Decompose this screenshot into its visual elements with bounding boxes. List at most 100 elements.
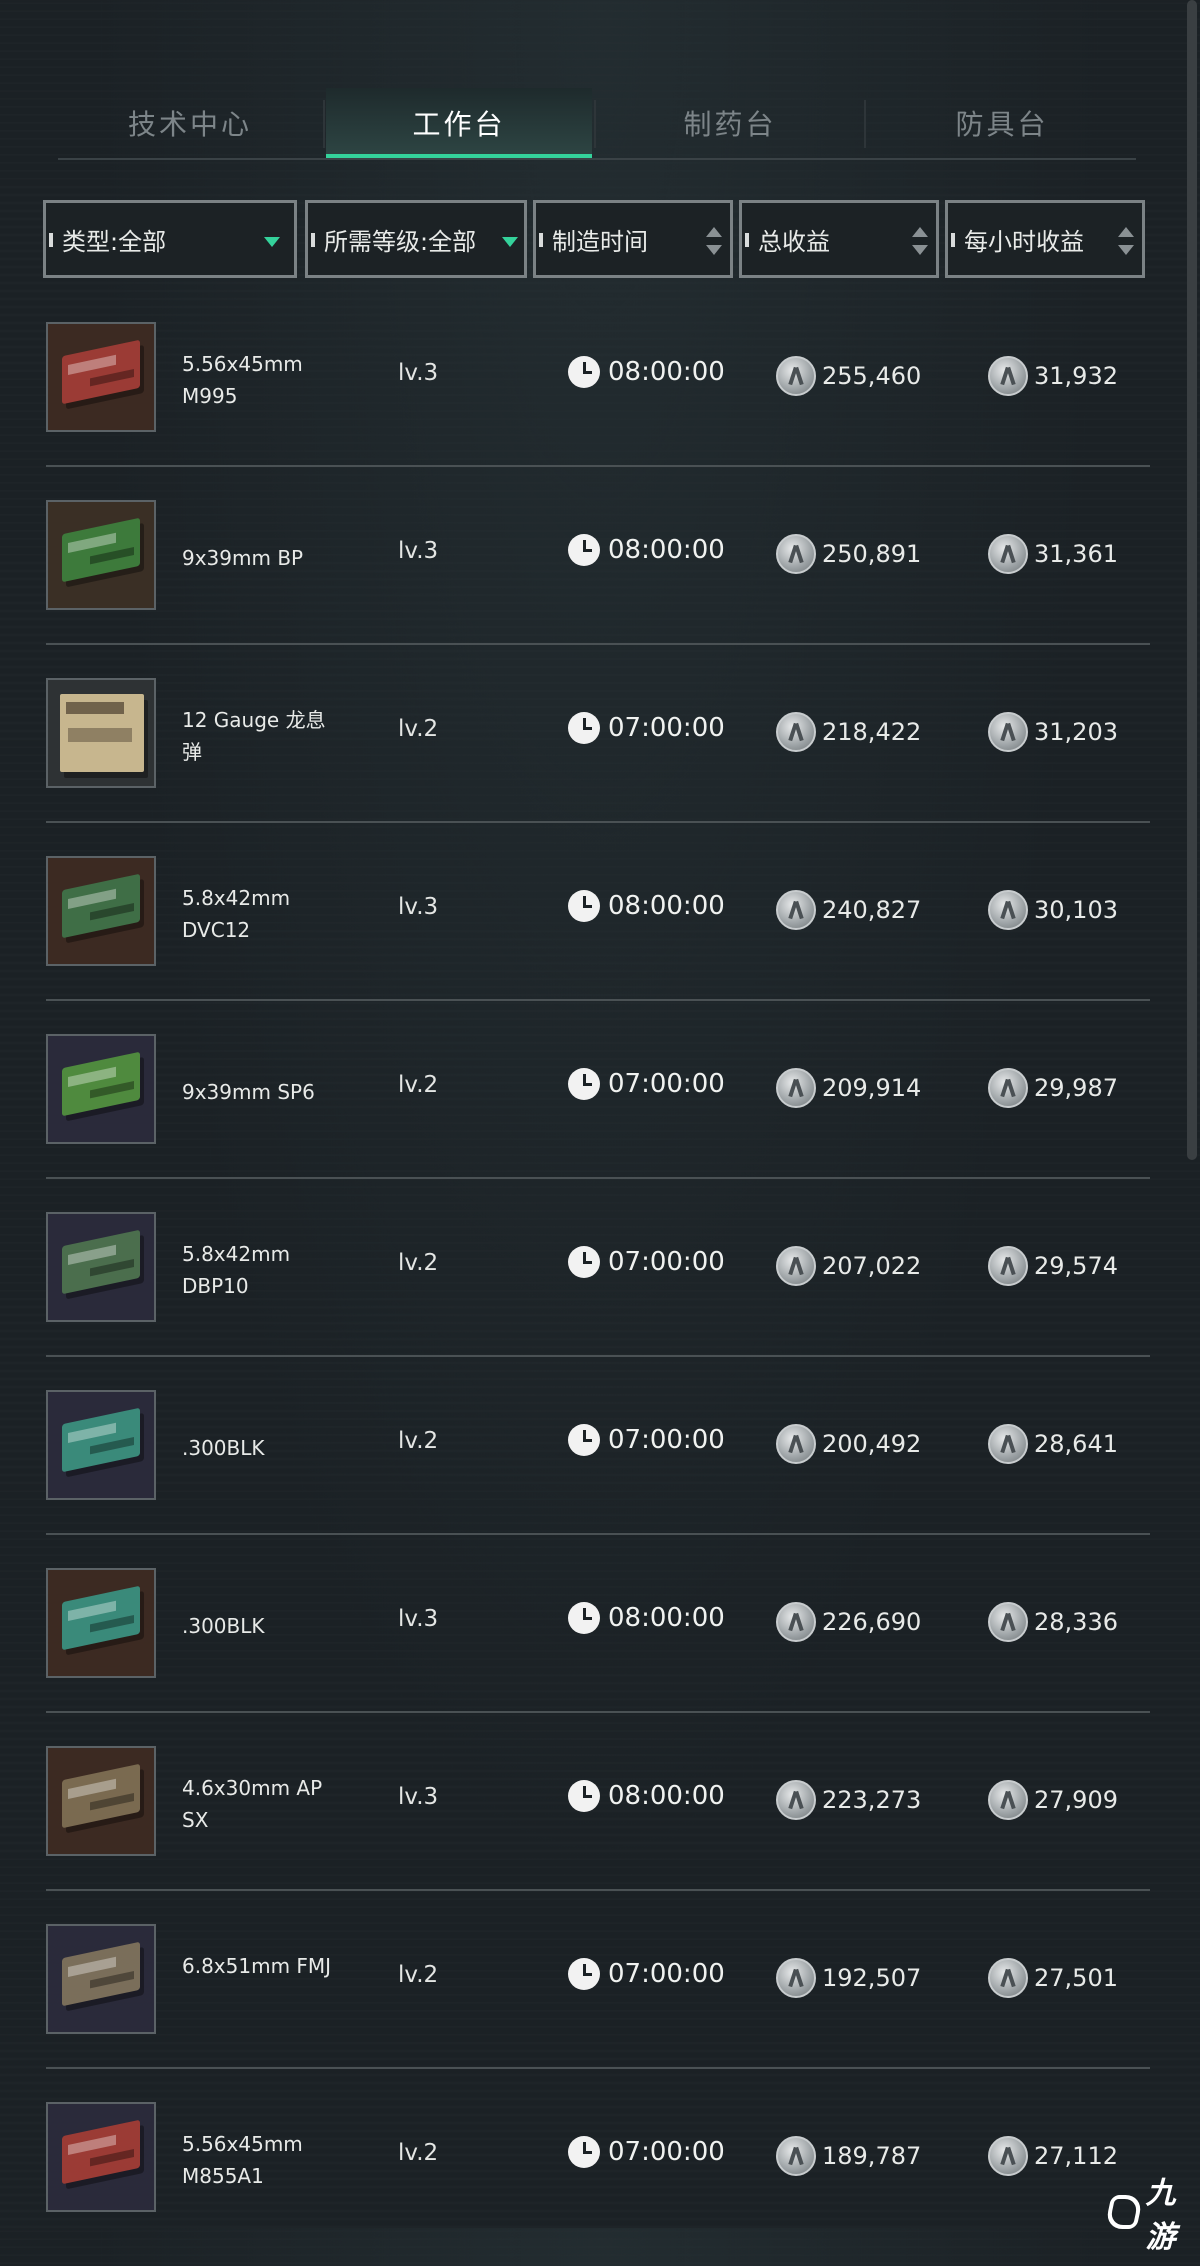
tab-label: 防具台 xyxy=(955,108,1049,141)
item-level: lv.2 xyxy=(398,1072,439,1098)
coin-icon xyxy=(776,1068,816,1108)
row-divider xyxy=(46,999,1150,1001)
tick-mark xyxy=(49,233,53,247)
ammo-box-icon xyxy=(62,1941,140,2007)
total-profit: 226,690 xyxy=(776,1602,921,1642)
table-row[interactable]: .300BLK lv.2 07:00:00 200,492 28,641 xyxy=(46,1376,1150,1554)
craft-time-value: 07:00:00 xyxy=(608,1425,725,1455)
clock-icon xyxy=(568,1068,600,1100)
total-profit-value: 218,422 xyxy=(822,718,922,746)
ammo-box-icon xyxy=(62,1051,140,1117)
craft-time-value: 07:00:00 xyxy=(608,1959,725,1989)
item-name: 12 Gauge 龙息弹 xyxy=(182,708,326,764)
clock-icon xyxy=(568,534,600,566)
table-row[interactable]: 9x39mm SP6 lv.2 07:00:00 209,914 29,987 xyxy=(46,1020,1150,1198)
tab-pharmacy[interactable]: 制药台 xyxy=(598,88,862,158)
sort-icon xyxy=(1118,227,1134,257)
hourly-profit-value: 31,932 xyxy=(1034,362,1118,390)
hourly-sort-label: 每小时收益 xyxy=(964,227,1084,256)
item-name: 6.8x51mm FMJ xyxy=(182,1954,332,1978)
craft-time: 08:00:00 xyxy=(568,1780,725,1812)
item-level: lv.3 xyxy=(398,360,439,386)
hourly-sort-button[interactable]: 每小时收益 xyxy=(945,200,1145,278)
clock-icon xyxy=(568,1246,600,1278)
item-name: 4.6x30mm AP SX xyxy=(182,1776,323,1832)
hourly-profit: 28,641 xyxy=(988,1424,1118,1464)
clock-icon xyxy=(568,1958,600,1990)
table-row[interactable]: 5.56x45mm M995 lv.3 08:00:00 255,460 31,932 xyxy=(46,308,1150,486)
clock-icon xyxy=(568,356,600,388)
table-row[interactable]: 12 Gauge 龙息弹 lv.2 07:00:00 218,422 31,203 xyxy=(46,664,1150,842)
sort-icon xyxy=(706,227,722,257)
tab-armor[interactable]: 防具台 xyxy=(868,88,1136,158)
total-profit: 218,422 xyxy=(776,712,921,752)
hourly-profit-value: 27,112 xyxy=(1034,2142,1118,2170)
row-divider xyxy=(46,1711,1150,1713)
ammo-box-icon xyxy=(62,2119,140,2185)
level-filter-label: 所需等级:全部 xyxy=(324,227,477,256)
type-filter-label: 类型:全部 xyxy=(62,227,167,256)
craft-time: 07:00:00 xyxy=(568,1246,725,1278)
tab-label: 技术中心 xyxy=(127,108,252,141)
item-level: lv.2 xyxy=(398,1428,439,1454)
table-row[interactable]: 5.8x42mm DBP10 lv.2 07:00:00 207,022 29,574 xyxy=(46,1198,1150,1376)
watermark-text: 九游 xyxy=(1145,2176,1176,2255)
item-thumbnail xyxy=(46,1924,156,2034)
row-divider xyxy=(46,1177,1150,1179)
craft-time-value: 08:00:00 xyxy=(608,535,725,565)
table-row[interactable]: 4.6x30mm AP SX lv.3 08:00:00 223,273 27,909 xyxy=(46,1732,1150,1910)
table-row[interactable]: 5.8x42mm DVC12 lv.3 08:00:00 240,827 30,103 xyxy=(46,842,1150,1020)
total-sort-button[interactable]: 总收益 xyxy=(739,200,939,278)
item-level: lv.3 xyxy=(398,894,439,920)
craft-time-value: 07:00:00 xyxy=(608,1247,725,1277)
table-row[interactable]: .300BLK lv.3 08:00:00 226,690 28,336 xyxy=(46,1554,1150,1732)
item-thumbnail xyxy=(46,856,156,966)
scrollbar[interactable] xyxy=(1187,0,1197,1160)
total-profit: 250,891 xyxy=(776,534,921,574)
clock-icon xyxy=(568,1780,600,1812)
hourly-profit: 31,932 xyxy=(988,356,1118,396)
time-sort-button[interactable]: 制造时间 xyxy=(533,200,733,278)
craft-time: 08:00:00 xyxy=(568,534,725,566)
coin-icon xyxy=(988,1958,1028,1998)
tab-label: 制药台 xyxy=(683,108,777,141)
level-filter-dropdown[interactable]: 所需等级:全部 xyxy=(305,200,527,278)
ammo-box-icon xyxy=(62,1407,140,1473)
table-row[interactable]: 5.56x45mm M855A1 lv.2 07:00:00 189,787 27,11… xyxy=(46,2088,1150,2266)
craft-time-value: 08:00:00 xyxy=(608,891,725,921)
item-thumbnail xyxy=(46,2102,156,2212)
tab-label: 工作台 xyxy=(412,108,506,141)
item-level: lv.3 xyxy=(398,538,439,564)
total-profit-value: 250,891 xyxy=(822,540,922,568)
tab-baseline xyxy=(58,158,1136,160)
item-name: 5.56x45mm M855A1 xyxy=(182,2132,303,2188)
table-row[interactable]: 9x39mm BP lv.3 08:00:00 250,891 31,361 xyxy=(46,486,1150,664)
total-profit: 255,460 xyxy=(776,356,921,396)
clock-icon xyxy=(568,890,600,922)
hourly-profit-value: 31,203 xyxy=(1034,718,1118,746)
item-name: 9x39mm BP xyxy=(182,546,304,570)
type-filter-dropdown[interactable]: 类型:全部 xyxy=(43,200,297,278)
item-level: lv.2 xyxy=(398,716,439,742)
tab-tech-center[interactable]: 技术中心 xyxy=(58,88,322,158)
clock-icon xyxy=(568,1602,600,1634)
coin-icon xyxy=(988,1602,1028,1642)
craft-time: 07:00:00 xyxy=(568,712,725,744)
row-divider xyxy=(46,643,1150,645)
ammo-box-icon xyxy=(60,694,144,772)
item-thumbnail xyxy=(46,678,156,788)
sort-icon xyxy=(912,227,928,257)
coin-icon xyxy=(988,1246,1028,1286)
item-name: .300BLK xyxy=(182,1436,265,1460)
tab-workbench[interactable]: 工作台 xyxy=(326,88,592,160)
row-divider xyxy=(46,465,1150,467)
hourly-profit: 31,203 xyxy=(988,712,1118,752)
total-profit-value: 200,492 xyxy=(822,1430,922,1458)
item-thumbnail xyxy=(46,1746,156,1856)
table-row[interactable]: 6.8x51mm FMJ lv.2 07:00:00 192,507 27,501 xyxy=(46,1910,1150,2088)
item-name: .300BLK xyxy=(182,1614,265,1638)
item-level: lv.2 xyxy=(398,2140,439,2166)
craft-time: 08:00:00 xyxy=(568,1602,725,1634)
coin-icon xyxy=(988,356,1028,396)
hourly-profit-value: 31,361 xyxy=(1034,540,1118,568)
